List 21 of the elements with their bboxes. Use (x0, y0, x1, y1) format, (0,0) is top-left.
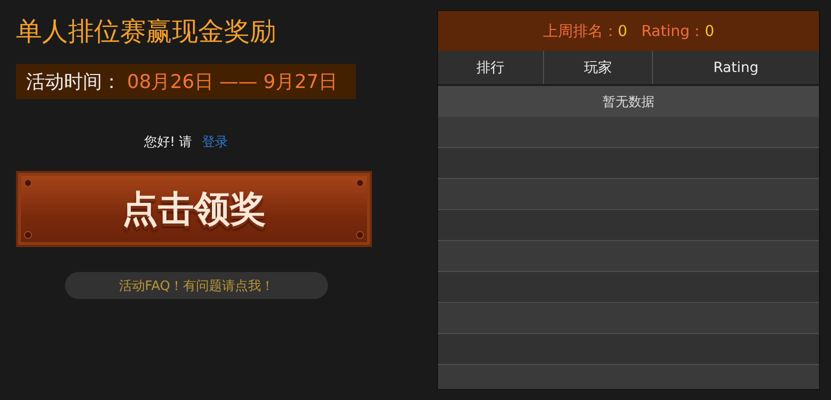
column-header: Rating (713, 60, 758, 76)
page-title: 单人排位赛赢现金奖励 (16, 16, 277, 49)
empty-message: 暂无数据 (438, 86, 819, 117)
summary-value: 0 (704, 22, 714, 40)
end-date: 9月27日 (263, 70, 338, 94)
claim-reward-button[interactable]: 点击领奖 (16, 171, 372, 247)
summary-label: 上周排名： (542, 22, 618, 40)
summary-label: Rating： (641, 22, 705, 40)
start-date: 08月26日 (127, 70, 214, 94)
period-label: 活动时间： (26, 70, 121, 94)
summary-value: 0 (618, 22, 628, 40)
rivet-icon (356, 231, 364, 239)
rivet-icon (24, 179, 32, 187)
greeting-text: 您好! 请 (144, 134, 192, 151)
date-separator: —— (219, 70, 258, 92)
rivet-icon (356, 179, 364, 187)
login-link[interactable]: 登录 (202, 133, 228, 151)
column-header: 排行 (476, 58, 505, 76)
faq-button[interactable]: 活动FAQ！有问题请点我！ (65, 272, 328, 299)
column-header: 玩家 (584, 58, 612, 76)
rivet-icon (24, 231, 32, 239)
